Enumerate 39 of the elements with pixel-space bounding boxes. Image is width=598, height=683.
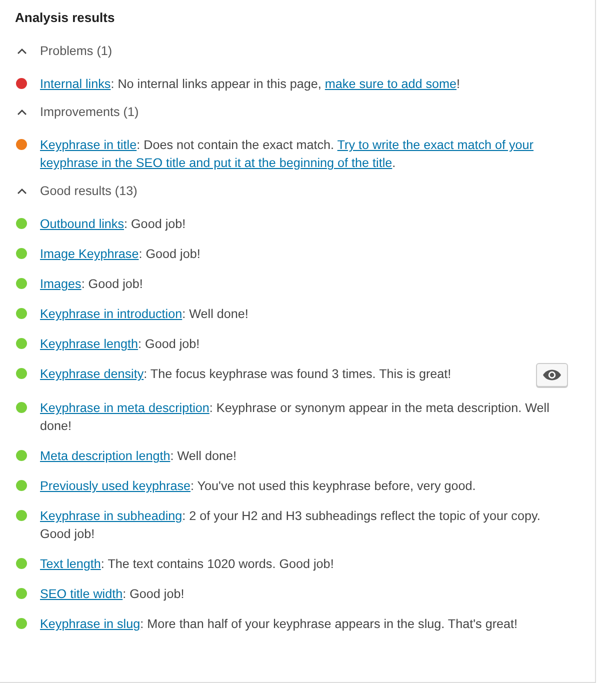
section-toggle[interactable]: Problems (1) (15, 44, 112, 58)
result-text: Keyphrase in subheading: 2 of your H2 and H3 subheadings reflect the topic of your copy. Good job! (40, 508, 542, 543)
result-link[interactable]: Images (40, 277, 82, 291)
result-link[interactable]: Keyphrase length (40, 337, 138, 351)
result-text: Outbound links: Good job! (40, 216, 187, 233)
result-text: Keyphrase in introduction: Well done! (40, 306, 250, 323)
result-link[interactable]: Outbound links (40, 217, 124, 231)
eye-icon (542, 368, 562, 382)
result-link[interactable]: Previously used keyphrase (40, 479, 191, 493)
result-link[interactable]: Keyphrase density (40, 367, 144, 381)
help-link[interactable]: Try to write the exact match of your (337, 138, 534, 152)
result-text: Images: Good job! (40, 276, 144, 293)
result-text: Image Keyphrase: Good job! (40, 246, 202, 263)
result-link[interactable]: Keyphrase in introduction (40, 307, 182, 321)
section-toggle[interactable]: Improvements (1) (15, 105, 139, 119)
result-text: Keyphrase length: Good job! (40, 336, 201, 353)
help-link[interactable]: make sure to add some (324, 77, 457, 91)
result-text: Keyphrase in title: Does not contain the exact match. Try to write the exact match of your keyphrase in the SEO title and put it at the beginning of the title. (40, 137, 535, 172)
result-link[interactable]: Keyphrase in subheading (40, 509, 182, 523)
result-link[interactable]: SEO title width (40, 587, 123, 601)
result-text: Text length: The text contains 1020 words. Good job! (40, 556, 335, 573)
result-text: Internal links: No internal links appear in this page, make sure to add some! (40, 76, 462, 93)
panel-title: Analysis results (15, 10, 116, 25)
result-link[interactable]: Keyphrase in slug (40, 617, 140, 631)
result-text: Keyphrase in slug: More than half of your keyphrase appears in the slug. That's great! (40, 616, 519, 633)
help-link[interactable]: keyphrase in the SEO title and put it at the beginning of the title (40, 156, 392, 170)
highlight-button[interactable] (536, 363, 568, 387)
result-link[interactable]: Text length (40, 557, 101, 571)
result-text: Meta description length: Well done! (40, 448, 238, 465)
section-toggle[interactable]: Good results (13) (15, 184, 138, 198)
result-link[interactable]: Keyphrase in title (40, 138, 137, 152)
result-link[interactable]: Image Keyphrase (40, 247, 139, 261)
result-text: Previously used keyphrase: You've not used this keyphrase before, very good. (40, 478, 477, 495)
result-text: SEO title width: Good job! (40, 586, 186, 603)
result-text: Keyphrase density: The focus keyphrase was found 3 times. This is great! (40, 366, 452, 383)
result-link[interactable]: Meta description length (40, 449, 170, 463)
result-text: Keyphrase in meta description: Keyphrase or synonym appear in the meta description. Well done! (40, 400, 550, 435)
result-link[interactable]: Keyphrase in meta description (40, 401, 210, 415)
result-link[interactable]: Internal links (40, 77, 111, 91)
